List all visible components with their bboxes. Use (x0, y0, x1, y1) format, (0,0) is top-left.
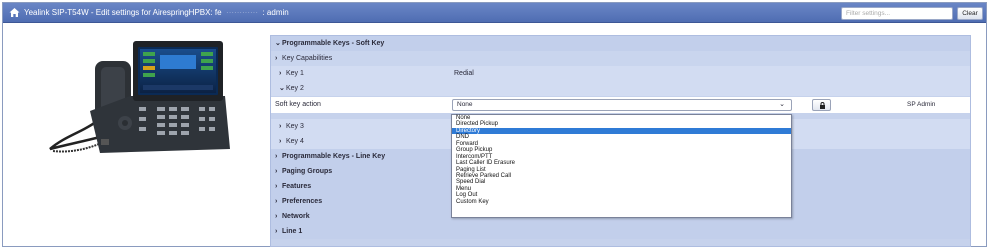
section-label: Features (282, 183, 312, 190)
section-label: Programmable Keys - Soft Key (282, 40, 385, 47)
chevron-right-icon: › (275, 198, 278, 205)
chevron-right-icon: › (275, 213, 278, 220)
section-label: Key Capabilities (282, 55, 333, 62)
caret-down-icon: ⌄ (779, 101, 785, 108)
chevron-right-icon: › (275, 168, 278, 175)
chevron-down-icon: ⌄ (275, 40, 281, 47)
key-label: Key 3 (286, 123, 304, 130)
owner-label: SP Admin (907, 101, 936, 108)
chevron-right-icon: › (275, 183, 278, 190)
section-key-capabilities[interactable]: › Key Capabilities (271, 51, 970, 66)
key-label: Key 1 (286, 70, 304, 77)
chevron-right-icon: › (275, 55, 278, 62)
page-title-main: Yealink SIP-T54W - Edit settings for Air… (24, 8, 222, 17)
key2-row[interactable]: ⌄Key 2 (271, 81, 970, 96)
lock-button[interactable] (812, 99, 831, 111)
section-label: Programmable Keys - Line Key (282, 153, 386, 160)
dropdown-option[interactable]: Custom Key (452, 199, 791, 205)
page-title: Yealink SIP-T54W - Edit settings for Air… (24, 8, 289, 17)
key-label: Key 4 (286, 138, 304, 145)
home-icon[interactable] (9, 7, 20, 18)
select-value: None (457, 101, 473, 108)
section-label: Network (282, 213, 310, 220)
title-bar: Yealink SIP-T54W - Edit settings for Air… (3, 3, 986, 23)
soft-key-action-options: None Directed Pickup Directory DND Forward Gr… (451, 114, 792, 218)
soft-key-action-row: Soft key action None ⌄ SP Admin (271, 97, 970, 113)
page-title-suffix: : admin (262, 8, 289, 17)
chevron-right-icon: › (279, 123, 282, 130)
lock-icon (820, 102, 825, 109)
redacted-text: ············ (223, 8, 261, 17)
soft-key-action-select[interactable]: None ⌄ (452, 99, 792, 111)
clear-button[interactable]: Clear (957, 7, 983, 20)
key-label: Key 2 (286, 85, 304, 92)
chevron-right-icon: › (275, 153, 278, 160)
section-line-1[interactable]: › Line 1 (271, 224, 970, 239)
chevron-right-icon: › (279, 138, 282, 145)
chevron-right-icon: › (275, 228, 278, 235)
window: Yealink SIP-T54W - Edit settings for Air… (2, 2, 987, 247)
section-label: Line 1 (282, 228, 303, 235)
key1-value: Redial (454, 70, 474, 77)
soft-key-action-label: Soft key action (275, 101, 321, 108)
chevron-down-icon: ⌄ (279, 85, 285, 92)
section-programmable-soft-key[interactable]: ⌄Programmable Keys - Soft Key (271, 36, 970, 51)
section-label: Paging Groups (282, 168, 333, 175)
section-label: Preferences (282, 198, 323, 205)
filter-settings-input[interactable] (841, 7, 953, 20)
key1-row[interactable]: › Key 1 Redial (271, 66, 970, 81)
phone-image (49, 41, 230, 153)
chevron-right-icon: › (279, 70, 282, 77)
